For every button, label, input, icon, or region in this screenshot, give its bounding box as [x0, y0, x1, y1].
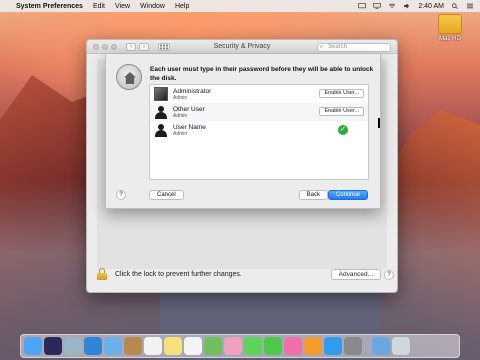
reminders-icon[interactable]	[184, 337, 202, 355]
cancel-button[interactable]: Cancel	[149, 190, 184, 200]
hard-drive-icon	[438, 14, 462, 34]
filevault-icon	[116, 64, 142, 90]
display-mirror-icon[interactable]	[373, 3, 381, 9]
user-silhouette-icon	[154, 105, 168, 119]
menu-clock[interactable]: 2:40 AM	[418, 3, 444, 10]
enable-user-button[interactable]: Enable User...	[319, 89, 364, 98]
menu-window[interactable]: Window	[140, 3, 165, 10]
admin-avatar	[154, 87, 168, 101]
search-input[interactable]: ⌕ Search	[317, 43, 391, 52]
back-nav-button[interactable]: ‹	[126, 42, 136, 51]
calendar-icon[interactable]	[144, 337, 162, 355]
show-all-grid-button[interactable]	[158, 42, 170, 51]
notes-icon[interactable]	[164, 337, 182, 355]
zoom-button[interactable]	[111, 43, 117, 50]
spotlight-icon[interactable]	[451, 3, 459, 9]
desktop-hd-item[interactable]: Mac HD	[436, 14, 464, 42]
siri-icon[interactable]	[44, 337, 62, 355]
itunes-icon[interactable]	[284, 337, 302, 355]
menu-edit[interactable]: Edit	[93, 3, 105, 10]
downloads-icon[interactable]	[372, 337, 390, 355]
volume-icon[interactable]	[403, 3, 411, 9]
window-titlebar[interactable]: ‹ › Security & Privacy ⌕ Search	[87, 40, 397, 54]
continue-button[interactable]: Continue	[327, 190, 368, 200]
filevault-user-sheet: Each user must type in their password be…	[105, 54, 381, 209]
system-preferences-icon[interactable]	[344, 337, 362, 355]
mail-icon[interactable]	[104, 337, 122, 355]
user-row-administrator[interactable]: Administrator Admin Enable User...	[150, 85, 368, 103]
photos-icon[interactable]	[224, 337, 242, 355]
lock-row: Click the lock to prevent further change…	[97, 268, 242, 280]
window-help-button[interactable]: ?	[384, 270, 394, 280]
ibooks-icon[interactable]	[304, 337, 322, 355]
minimize-button[interactable]	[102, 43, 108, 50]
search-placeholder: Search	[328, 44, 348, 50]
user-silhouette-icon	[154, 123, 168, 137]
text-cursor-icon	[378, 118, 380, 128]
launchpad-icon[interactable]	[64, 337, 82, 355]
user-role: Admin	[173, 112, 188, 119]
menu-view[interactable]: View	[115, 3, 130, 10]
search-icon: ⌕	[320, 44, 324, 50]
chevron-right-icon: ›	[143, 43, 145, 50]
user-row-other-user[interactable]: Other User Admin Enable User...	[150, 103, 368, 121]
trash-icon[interactable]	[392, 337, 410, 355]
checkmark-icon: ✓	[338, 125, 348, 135]
advanced-button[interactable]: Advanced...	[330, 269, 381, 280]
lock-text: Click the lock to prevent further change…	[115, 270, 242, 278]
monitor-icon[interactable]	[358, 3, 366, 9]
user-role: Admin	[173, 130, 188, 137]
hd-label: Mac HD	[439, 36, 461, 42]
finder-icon[interactable]	[24, 337, 42, 355]
grid-icon	[160, 44, 168, 49]
menu-help[interactable]: Help	[175, 3, 189, 10]
dock	[20, 334, 460, 358]
user-list: Administrator Admin Enable User... Other…	[149, 84, 369, 180]
sheet-message: Each user must type in their password be…	[150, 66, 374, 82]
messages-icon[interactable]	[244, 337, 262, 355]
lock-open-icon[interactable]	[97, 268, 107, 280]
notification-center-icon[interactable]	[466, 3, 474, 9]
back-button[interactable]: Back	[298, 190, 328, 200]
user-names: Other User Admin	[173, 106, 205, 119]
close-button[interactable]	[93, 43, 99, 50]
user-row-user-name[interactable]: User Name Admin ✓	[150, 121, 368, 139]
user-role: Admin	[173, 94, 188, 101]
enable-user-button[interactable]: Enable User...	[319, 107, 364, 116]
facetime-icon[interactable]	[264, 337, 282, 355]
app-store-icon[interactable]	[324, 337, 342, 355]
safari-icon[interactable]	[84, 337, 102, 355]
contacts-icon[interactable]	[124, 337, 142, 355]
chevron-left-icon: ‹	[130, 43, 132, 50]
user-name: Administrator	[173, 87, 212, 95]
user-names: User Name Admin	[173, 124, 206, 137]
forward-nav-button[interactable]: ›	[139, 42, 149, 51]
user-name: User Name	[173, 123, 206, 131]
wifi-icon[interactable]	[388, 3, 396, 9]
user-names: Administrator Admin	[173, 88, 211, 101]
user-name: Other User	[173, 105, 205, 113]
menu-app-name[interactable]: System Preferences	[16, 3, 83, 10]
sheet-help-button[interactable]: ?	[116, 190, 126, 200]
menu-bar: System Preferences Edit View Window Help…	[0, 0, 480, 12]
maps-icon[interactable]	[204, 337, 222, 355]
menu-extras: 2:40 AM	[358, 3, 474, 10]
